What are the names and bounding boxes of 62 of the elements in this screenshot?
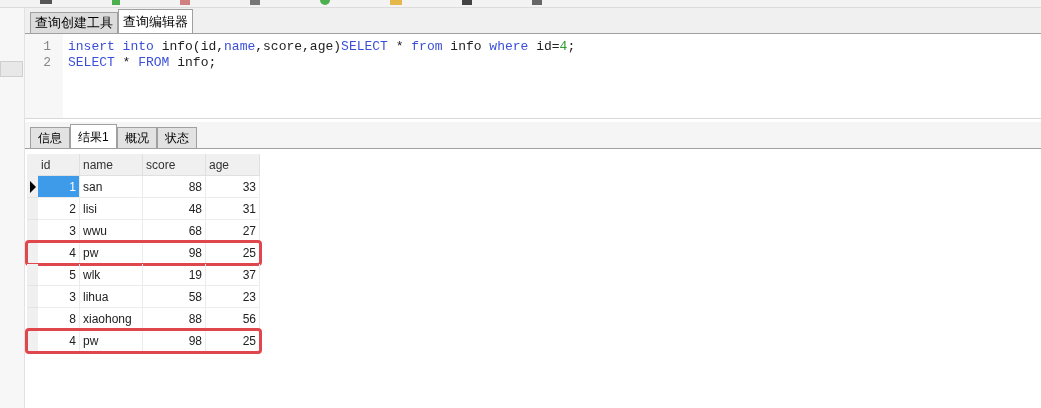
table-cell: wwu: [80, 220, 143, 242]
column-header[interactable]: age: [206, 154, 260, 176]
table-cell: 3: [38, 220, 80, 242]
column-header[interactable]: score: [143, 154, 206, 176]
table-cell: 3: [38, 286, 80, 308]
table-cell: 25: [206, 330, 260, 352]
table-cell: san: [80, 176, 143, 198]
toolbar-button-icon[interactable]: [532, 0, 542, 5]
table-cell: 19: [143, 264, 206, 286]
table-cell: 23: [206, 286, 260, 308]
table-cell: 48: [143, 198, 206, 220]
table-cell: 37: [206, 264, 260, 286]
toolbar-button-icon[interactable]: [250, 0, 260, 5]
toolbar-button-icon[interactable]: [40, 0, 52, 4]
table-cell: 27: [206, 220, 260, 242]
table-cell: lihua: [80, 286, 143, 308]
table-cell: lisi: [80, 198, 143, 220]
table-cell: pw: [80, 330, 143, 352]
line-number: 2: [42, 55, 52, 71]
table-cell: 98: [143, 330, 206, 352]
table-row[interactable]: 3 wwu 68 27: [27, 220, 260, 242]
editor-tab[interactable]: 查询编辑器: [118, 9, 193, 33]
table-cell: 68: [143, 220, 206, 242]
table-cell: 4: [38, 242, 80, 264]
toolbar-button-icon[interactable]: [462, 0, 472, 5]
column-header[interactable]: id: [38, 154, 80, 176]
table-cell: 88: [143, 176, 206, 198]
table-row[interactable]: 5 wlk 19 37: [27, 264, 260, 286]
table-row[interactable]: 3 lihua 58 23: [27, 286, 260, 308]
table-row[interactable]: 1 san 88 33: [27, 176, 260, 198]
table-cell: 56: [206, 308, 260, 330]
table-cell: pw: [80, 242, 143, 264]
result-tab[interactable]: 概况: [116, 127, 157, 148]
sql-editor[interactable]: 1 2 insert into info(id,name,score,age)SELECT * from info where id=4; SELECT * FROM info;: [25, 34, 1041, 119]
code-line: SELECT * FROM info;: [68, 55, 218, 71]
table-cell: 5: [38, 264, 80, 286]
table-cell: 88: [143, 308, 206, 330]
code-line: insert into info(id,name,score,age)SELECT * from info where id=4;: [68, 39, 576, 55]
table-cell: 98: [143, 242, 206, 264]
result-tab[interactable]: 结果1: [70, 124, 117, 148]
editor-tab[interactable]: 查询创建工具: [30, 12, 118, 33]
result-tab[interactable]: 信息: [30, 127, 70, 148]
line-number: 1: [42, 39, 52, 55]
table-cell: 25: [206, 242, 260, 264]
table-cell: 4: [38, 330, 80, 352]
table-cell: xiaohong: [80, 308, 143, 330]
table-cell: 33: [206, 176, 260, 198]
table-row[interactable]: 8 xiaohong 88 56: [27, 308, 260, 330]
result-tab[interactable]: 状态: [156, 127, 197, 148]
side-panel-button[interactable]: [0, 61, 23, 77]
table-cell: 58: [143, 286, 206, 308]
current-row-icon: [29, 180, 36, 193]
toolbar-button-icon[interactable]: [180, 0, 190, 5]
table-cell: 31: [206, 198, 260, 220]
table-cell: 2: [38, 198, 80, 220]
table-cell: 8: [38, 308, 80, 330]
table-cell: 1: [38, 176, 80, 198]
column-header[interactable]: name: [80, 154, 143, 176]
table-row[interactable]: 4 pw 98 25: [27, 242, 260, 264]
table-cell: wlk: [80, 264, 143, 286]
table-row[interactable]: 4 pw 98 25: [27, 330, 260, 352]
table-row[interactable]: 2 lisi 48 31: [27, 198, 260, 220]
